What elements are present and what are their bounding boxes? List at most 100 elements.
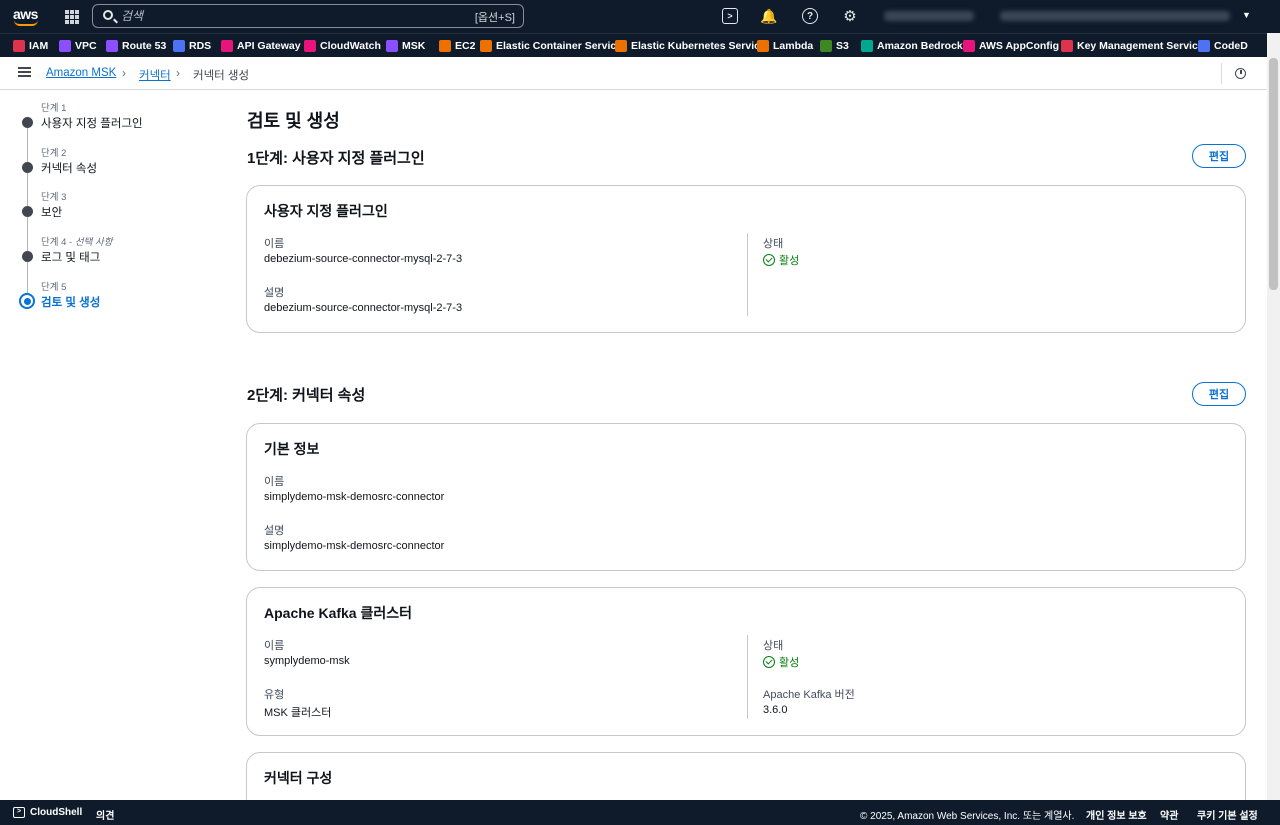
favorite-s3[interactable]: S3 — [820, 38, 849, 54]
favorite-msk[interactable]: MSK — [386, 38, 425, 54]
card-title: 기본 정보 — [264, 441, 320, 457]
terms-link[interactable]: 약관 — [1160, 807, 1178, 822]
favorite-route-53[interactable]: Route 53 — [106, 38, 166, 54]
step-number: 단계 3 — [41, 192, 67, 203]
cloudshell-link[interactable]: CloudShell — [30, 807, 82, 818]
services-grid-icon[interactable] — [65, 10, 79, 24]
basic-info-card: 기본 정보 이름 simplydemo-msk-demosrc-connecto… — [246, 423, 1246, 571]
service-icon — [480, 40, 492, 52]
favorite-label: CodeD — [1214, 40, 1248, 52]
connector-name-value: simplydemo-msk-demosrc-connector — [264, 491, 445, 503]
favorite-label: Route 53 — [122, 40, 167, 52]
favorite-label: Lambda — [773, 40, 814, 52]
favorite-iam[interactable]: IAM — [13, 38, 48, 54]
account-menu[interactable] — [1000, 11, 1230, 21]
service-icon — [439, 40, 451, 52]
hamburger-menu-icon[interactable] — [18, 67, 31, 77]
favorite-vpc[interactable]: VPC — [59, 38, 97, 54]
favorite-coded[interactable]: CodeD — [1198, 38, 1248, 54]
settings-gear-icon[interactable]: ⚙ — [842, 8, 858, 25]
check-circle-icon — [763, 254, 775, 266]
step2-section-title: 2단계: 커넥터 속성 — [247, 387, 366, 404]
favorite-lambda[interactable]: Lambda — [757, 38, 813, 54]
divider — [1221, 63, 1222, 84]
breadcrumb-connectors[interactable]: 커넥터 — [139, 67, 171, 83]
favorite-key-management-service[interactable]: Key Management Service — [1061, 38, 1204, 54]
step-label[interactable]: 보안 — [41, 204, 62, 220]
name-label: 이름 — [264, 238, 285, 250]
step-label[interactable]: 로그 및 태그 — [41, 249, 100, 265]
service-icon — [13, 40, 25, 52]
service-icon — [221, 40, 233, 52]
account-caret-icon[interactable]: ▼ — [1242, 10, 1251, 20]
service-icon — [963, 40, 975, 52]
favorite-label: Elastic Container Service — [496, 40, 623, 52]
service-icon — [1061, 40, 1073, 52]
status-badge: 활성 — [763, 252, 799, 268]
service-icon — [173, 40, 185, 52]
favorite-ec2[interactable]: EC2 — [439, 38, 475, 54]
favorite-label: Elastic Kubernetes Service — [631, 40, 766, 52]
recent-history-icon[interactable] — [1235, 68, 1246, 79]
breadcrumb-amazon-msk[interactable]: Amazon MSK — [46, 67, 116, 79]
status-value: 활성 — [779, 255, 800, 267]
column-divider — [747, 233, 748, 316]
step-current-indicator-icon — [19, 293, 35, 309]
connector-description-value: simplydemo-msk-demosrc-connector — [264, 540, 445, 552]
service-icon — [861, 40, 873, 52]
type-label: 유형 — [264, 689, 285, 701]
favorite-aws-appconfig[interactable]: AWS AppConfig — [963, 38, 1059, 54]
page-scrollbar[interactable] — [1267, 33, 1280, 800]
scrollbar-thumb[interactable] — [1269, 58, 1278, 290]
step-number: 단계 1 — [41, 103, 67, 114]
favorite-elastic-container-service[interactable]: Elastic Container Service — [480, 38, 622, 54]
step-label[interactable]: 사용자 지정 플러그인 — [41, 115, 143, 131]
region-selector[interactable] — [884, 11, 974, 21]
help-icon[interactable]: ? — [802, 8, 818, 24]
service-icon — [106, 40, 118, 52]
favorite-amazon-bedrock[interactable]: Amazon Bedrock — [861, 38, 963, 54]
step-label[interactable]: 커넥터 속성 — [41, 160, 97, 176]
search-input[interactable] — [121, 8, 441, 24]
chevron-right-icon: › — [176, 66, 180, 80]
favorite-elastic-kubernetes-service[interactable]: Elastic Kubernetes Service — [615, 38, 766, 54]
favorite-cloudwatch[interactable]: CloudWatch — [304, 38, 381, 54]
step-number: 단계 4 - 선택 사항 — [41, 237, 113, 248]
step1-edit-button[interactable]: 편집 — [1192, 144, 1246, 168]
step-indicator-icon — [22, 206, 33, 217]
cloudshell-icon[interactable]: > — [722, 8, 738, 24]
favorite-label: MSK — [402, 40, 426, 52]
step2-edit-button[interactable]: 편집 — [1192, 382, 1246, 406]
service-icon — [59, 40, 71, 52]
column-divider — [747, 635, 748, 719]
service-icon — [757, 40, 769, 52]
kafka-cluster-card: Apache Kafka 클러스터 이름 symplydemo-msk 유형 M… — [246, 587, 1246, 736]
notifications-bell-icon[interactable]: 🔔 — [760, 8, 777, 24]
step-indicator-icon — [22, 117, 33, 128]
favorite-rds[interactable]: RDS — [173, 38, 211, 54]
step-indicator-icon — [22, 162, 33, 173]
favorite-label: Key Management Service — [1077, 40, 1204, 52]
aws-logo[interactable]: aws — [13, 6, 41, 28]
favorite-api-gateway[interactable]: API Gateway — [221, 38, 301, 54]
name-label: 이름 — [264, 476, 285, 488]
copyright-text: © 2025, Amazon Web Services, Inc. 또는 계열사… — [860, 811, 1075, 822]
favorite-label: CloudWatch — [320, 40, 381, 52]
feedback-link[interactable]: 의견 — [96, 807, 114, 822]
step-label[interactable]: 검토 및 생성 — [41, 294, 100, 310]
privacy-link[interactable]: 개인 정보 보호 — [1086, 807, 1147, 822]
service-icon — [820, 40, 832, 52]
card-title: Apache Kafka 클러스터 — [264, 605, 413, 621]
search-icon — [103, 10, 113, 20]
step-optional-label: 선택 사항 — [74, 237, 113, 248]
custom-plugin-card: 사용자 지정 플러그인 이름 debezium-source-connector… — [246, 185, 1246, 333]
breadcrumb-bar: Amazon MSK › 커넥터 › 커넥터 생성 — [0, 57, 1267, 90]
status-label: 상태 — [763, 640, 784, 652]
cloudshell-icon[interactable]: > — [13, 807, 25, 818]
card-title: 사용자 지정 플러그인 — [264, 203, 388, 219]
kafka-version-value: 3.6.0 — [763, 704, 788, 716]
cookie-preferences-link[interactable]: 쿠키 기본 설정 — [1197, 807, 1258, 822]
breadcrumb-current: 커넥터 생성 — [193, 70, 250, 82]
favorite-label: EC2 — [455, 40, 476, 52]
favorite-label: VPC — [75, 40, 97, 52]
